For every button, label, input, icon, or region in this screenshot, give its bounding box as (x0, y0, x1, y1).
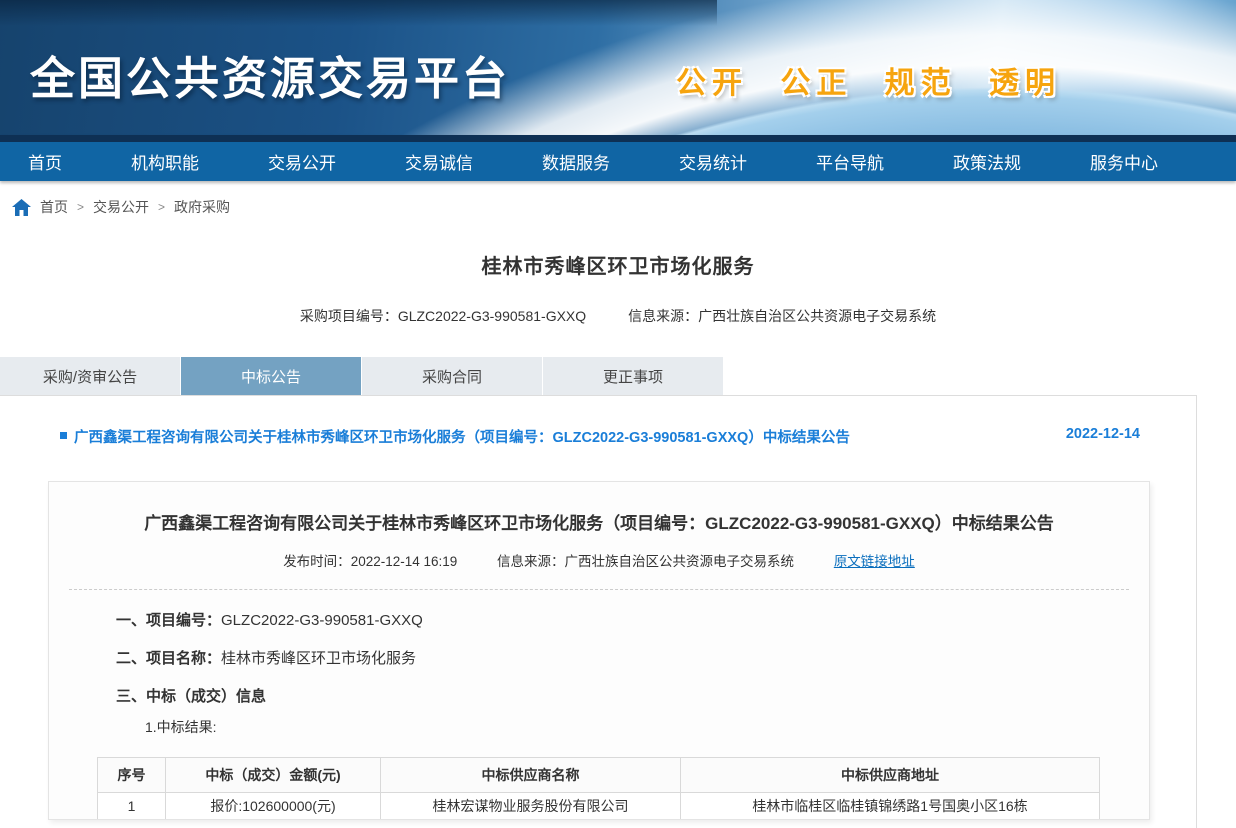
nav-item-service-center[interactable]: 服务中心 (1090, 149, 1158, 174)
tab-bar: 采购/资审公告 中标公告 采购合同 更正事项 (0, 357, 723, 395)
breadcrumb-gov-procurement[interactable]: 政府采购 (174, 197, 230, 217)
table-header-amount: 中标（成交）金额(元) (166, 758, 381, 793)
nav-item-policies[interactable]: 政策法规 (953, 149, 1021, 174)
site-banner: 全国公共资源交易平台 公开 公正 规范 透明 (0, 0, 1236, 135)
award-result-table: 序号 中标（成交）金额(元) 中标供应商名称 中标供应商地址 1 报价:1026… (97, 757, 1100, 820)
banner-slogan: 公开 公正 规范 透明 (676, 58, 1061, 102)
project-source: 信息来源：广西壮族自治区公共资源电子交易系统 (628, 306, 936, 326)
announcement-link[interactable]: 广西鑫渠工程咨询有限公司关于桂林市秀峰区环卫市场化服务（项目编号：GLZC202… (74, 426, 1046, 447)
detail-source: 信息来源：广西壮族自治区公共资源电子交易系统 (497, 554, 794, 569)
section-award-info: 三、中标（成交）信息 (116, 686, 1149, 707)
tab-contract[interactable]: 采购合同 (362, 357, 542, 395)
tab-corrections[interactable]: 更正事项 (543, 357, 723, 395)
content-panel: 广西鑫渠工程咨询有限公司关于桂林市秀峰区环卫市场化服务（项目编号：GLZC202… (0, 395, 1197, 828)
breadcrumb-home[interactable]: 首页 (40, 197, 68, 217)
nav-item-trade-disclosure[interactable]: 交易公开 (268, 149, 336, 174)
site-title: 全国公共资源交易平台 (30, 42, 510, 107)
tab-award-notice[interactable]: 中标公告 (181, 357, 361, 395)
breadcrumb-separator: > (77, 200, 84, 214)
table-header-index: 序号 (98, 758, 166, 793)
page-title: 桂林市秀峰区环卫市场化服务 (0, 250, 1236, 279)
home-icon[interactable] (12, 199, 31, 216)
nav-item-org-functions[interactable]: 机构职能 (131, 149, 199, 174)
breadcrumb: 首页 > 交易公开 > 政府采购 (12, 195, 230, 219)
breadcrumb-trade-disclosure[interactable]: 交易公开 (93, 197, 149, 217)
nav-item-data-services[interactable]: 数据服务 (542, 149, 610, 174)
original-link[interactable]: 原文链接地址 (834, 554, 915, 569)
nav-item-platform-navigation[interactable]: 平台导航 (816, 149, 884, 174)
result-label: 1.中标结果: (145, 717, 1149, 738)
table-header-row: 序号 中标（成交）金额(元) 中标供应商名称 中标供应商地址 (98, 758, 1100, 793)
table-row: 1 报价:102600000(元) 桂林宏谋物业服务股份有限公司 桂林市临桂区临… (98, 793, 1100, 820)
table-header-supplier-address: 中标供应商地址 (681, 758, 1100, 793)
nav-item-home[interactable]: 首页 (28, 149, 62, 174)
publish-time: 发布时间：2022-12-14 16:19 (283, 554, 457, 569)
section-project-code: 一、项目编号：GLZC2022-G3-990581-GXXQ (116, 610, 1149, 631)
main-nav: 首页 机构职能 交易公开 交易诚信 数据服务 交易统计 平台导航 政策法规 服务… (0, 135, 1236, 181)
table-header-supplier-name: 中标供应商名称 (381, 758, 681, 793)
cell-supplier-name: 桂林宏谋物业服务股份有限公司 (381, 793, 681, 820)
cell-supplier-address: 桂林市临桂区临桂镇锦绣路1号国奥小区16栋 (681, 793, 1100, 820)
project-meta: 采购项目编号：GLZC2022-G3-990581-GXXQ 信息来源：广西壮族… (0, 306, 1236, 326)
section-project-name: 二、项目名称：桂林市秀峰区环卫市场化服务 (116, 648, 1149, 669)
bullet-icon (60, 432, 67, 439)
detail-title: 广西鑫渠工程咨询有限公司关于桂林市秀峰区环卫市场化服务（项目编号：GLZC202… (49, 509, 1149, 534)
cell-index: 1 (98, 793, 166, 820)
announcement-list-item[interactable]: 广西鑫渠工程咨询有限公司关于桂林市秀峰区环卫市场化服务（项目编号：GLZC202… (60, 426, 1140, 447)
banner-top-shade (0, 0, 717, 26)
project-code: 采购项目编号：GLZC2022-G3-990581-GXXQ (300, 306, 586, 326)
project-header: 桂林市秀峰区环卫市场化服务 采购项目编号：GLZC2022-G3-990581-… (0, 250, 1236, 326)
tab-procurement-notice[interactable]: 采购/资审公告 (0, 357, 180, 395)
detail-meta: 发布时间：2022-12-14 16:19 信息来源：广西壮族自治区公共资源电子… (49, 550, 1149, 570)
page: 全国公共资源交易平台 公开 公正 规范 透明 首页 机构职能 交易公开 交易诚信… (0, 0, 1236, 828)
divider (69, 589, 1129, 590)
nav-item-trade-statistics[interactable]: 交易统计 (679, 149, 747, 174)
detail-card: 广西鑫渠工程咨询有限公司关于桂林市秀峰区环卫市场化服务（项目编号：GLZC202… (48, 481, 1150, 820)
nav-item-trade-integrity[interactable]: 交易诚信 (405, 149, 473, 174)
breadcrumb-separator: > (158, 200, 165, 214)
announcement-date: 2022-12-14 (1066, 426, 1140, 442)
cell-amount: 报价:102600000(元) (166, 793, 381, 820)
